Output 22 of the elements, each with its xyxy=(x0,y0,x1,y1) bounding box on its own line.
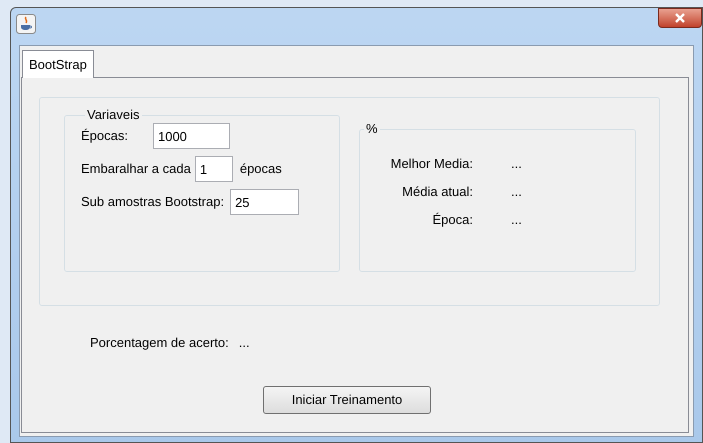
field-label: épocas xyxy=(240,160,282,178)
tab[interactable]: BootStrap xyxy=(22,50,94,78)
close-icon xyxy=(674,13,686,23)
text-field[interactable]: 25 xyxy=(230,189,300,215)
start-training-button[interactable]: Iniciar Treinamento xyxy=(263,386,431,414)
java-cup-icon xyxy=(16,14,36,34)
stat-label: Época: xyxy=(432,211,473,230)
group-title: Variaveis xyxy=(86,108,141,122)
stat-value: ... xyxy=(511,183,522,202)
close-button[interactable] xyxy=(658,8,702,28)
text-field[interactable]: 1000 xyxy=(152,123,230,149)
stat-value: ... xyxy=(511,211,522,230)
stat-label: Média atual: xyxy=(401,183,473,202)
text-field[interactable]: 1 xyxy=(194,156,233,182)
stat-label: Melhor Media: xyxy=(390,155,473,174)
accuracy-value: ... xyxy=(238,334,250,352)
stat-value: ... xyxy=(511,155,522,174)
group-title: % xyxy=(365,122,379,136)
field-label: Épocas: xyxy=(81,127,128,146)
field-label: Embaralhar a cada xyxy=(81,160,191,178)
field-label: Sub amostras Bootstrap: xyxy=(81,193,224,212)
accuracy-label: Porcentagem de acerto: xyxy=(90,334,229,352)
